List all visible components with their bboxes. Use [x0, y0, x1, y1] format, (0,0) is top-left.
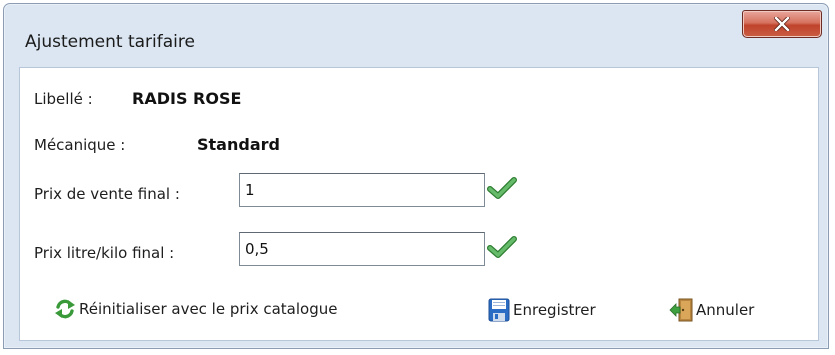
check-icon — [487, 236, 517, 258]
save-label: Enregistrer — [513, 301, 596, 319]
libelle-label: Libellé : — [34, 90, 93, 108]
exit-door-icon — [669, 298, 693, 322]
libelle-value: RADIS ROSE — [132, 89, 242, 108]
prix-vente-input[interactable] — [239, 173, 485, 207]
floppy-disk-icon — [488, 298, 510, 322]
cancel-button[interactable]: Annuler — [669, 298, 754, 322]
cancel-label: Annuler — [696, 301, 755, 319]
prix-litre-input[interactable] — [239, 232, 485, 266]
mecanique-value: Standard — [197, 135, 280, 154]
close-icon — [774, 17, 790, 31]
dialog-content: Libellé : RADIS ROSE Mécanique : Standar… — [19, 67, 819, 341]
reset-price-button[interactable]: Réinitialiser avec le prix catalogue — [54, 298, 337, 320]
close-button[interactable] — [742, 10, 822, 38]
prix-litre-label: Prix litre/kilo final : — [34, 244, 175, 262]
prix-vente-label: Prix de vente final : — [34, 185, 180, 203]
check-icon — [487, 177, 517, 199]
save-button[interactable]: Enregistrer — [488, 298, 596, 322]
reset-price-label: Réinitialiser avec le prix catalogue — [79, 300, 338, 318]
refresh-icon — [54, 298, 76, 320]
mecanique-label: Mécanique : — [34, 136, 126, 154]
window-title: Ajustement tarifaire — [25, 32, 195, 52]
